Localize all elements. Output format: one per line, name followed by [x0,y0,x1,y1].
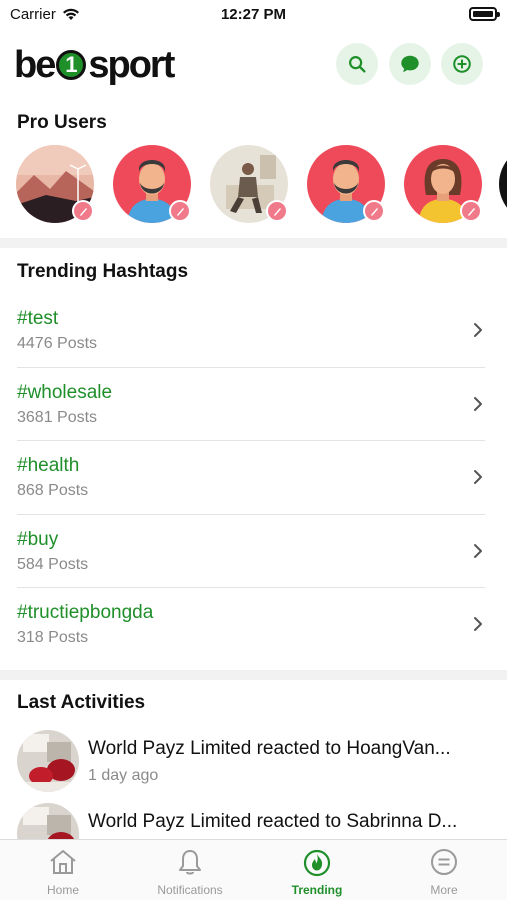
hashtag-name: #tructiepbongda [17,602,154,623]
tab-more-label: More [430,883,458,897]
activity-text: World Payz Limited reacted to Sabrinna D… [88,811,458,832]
activity-item[interactable]: World Payz Limited reacted to HoangVan..… [0,730,507,800]
hashtag-name: #wholesale [17,381,113,403]
more-icon [431,849,457,875]
hashtag-post-count: 868 Posts [17,482,89,499]
tab-trending[interactable]: Trending [254,846,380,898]
tab-trending-label: Trending [291,883,343,897]
chevron-right-icon [474,470,482,484]
app-logo[interactable]: be 1 sport [14,43,175,87]
logo-text-sport: sport [88,43,175,86]
pro-user-avatar[interactable] [499,145,507,223]
activity-time: 1 day ago [88,767,159,784]
status-bar: Carrier 12:27 PM [0,0,507,30]
hashtag-row[interactable]: #wholesale 3681 Posts [0,368,507,441]
activity-thumbnail [17,730,79,792]
create-post-button[interactable] [441,43,483,85]
section-divider [0,238,507,248]
tab-notifications[interactable]: Notifications [127,846,253,898]
search-icon [349,56,366,73]
hashtag-post-count: 318 Posts [17,629,89,646]
hashtag-row[interactable]: #buy 584 Posts [0,515,507,588]
chevron-right-icon [474,323,482,337]
battery-icon [469,7,500,21]
chat-icon [401,55,419,73]
pro-users-carousel[interactable] [16,145,507,225]
last-activities-title: Last Activities [17,692,146,713]
hashtag-post-count: 3681 Posts [17,408,98,426]
hashtag-row[interactable]: #tructiepbongda 318 Posts [0,588,507,662]
tab-notifications-label: Notifications [157,883,223,897]
add-circle-icon [453,55,471,73]
hashtag-name: #health [17,455,80,476]
chevron-right-icon [474,543,482,558]
bell-icon [179,850,201,875]
clock: 12:27 PM [220,6,287,23]
hashtag-name: #buy [17,528,59,550]
chevron-right-icon [474,617,482,631]
logo-text-be: be [14,43,56,86]
hashtag-row[interactable]: #test 4476 Posts [0,294,507,368]
hashtag-post-count: 584 Posts [17,555,89,573]
tab-home[interactable]: Home [0,846,126,898]
pro-users-title: Pro Users [17,112,107,133]
hashtag-post-count: 4476 Posts [17,335,98,352]
tab-more[interactable]: More [381,846,507,898]
search-button[interactable] [336,43,378,85]
chevron-right-icon [474,396,482,411]
pro-badge-icon [169,200,191,222]
app-header: be 1 sport [0,38,507,92]
tab-home-label: Home [46,883,79,897]
messages-button[interactable] [389,43,431,85]
trending-hashtags-title: Trending Hashtags [17,261,189,282]
pro-badge-icon [363,200,385,222]
flame-icon [303,849,331,877]
home-icon [50,850,76,874]
activity-text: World Payz Limited reacted to HoangVan..… [88,738,451,759]
pro-badge-icon [460,200,482,222]
post-thumbnail-image [17,730,79,792]
pro-badge-icon [72,200,94,222]
hashtag-name: #test [17,308,59,329]
bottom-tab-bar: Home Notifications Trending More [0,839,507,900]
hashtag-row[interactable]: #health 868 Posts [0,441,507,515]
pro-badge-icon [266,200,288,222]
logo-one-badge: 1 [56,50,87,80]
hashtag-list: #test 4476 Posts #wholesale 3681 Posts #… [0,294,507,662]
section-divider [0,670,507,680]
